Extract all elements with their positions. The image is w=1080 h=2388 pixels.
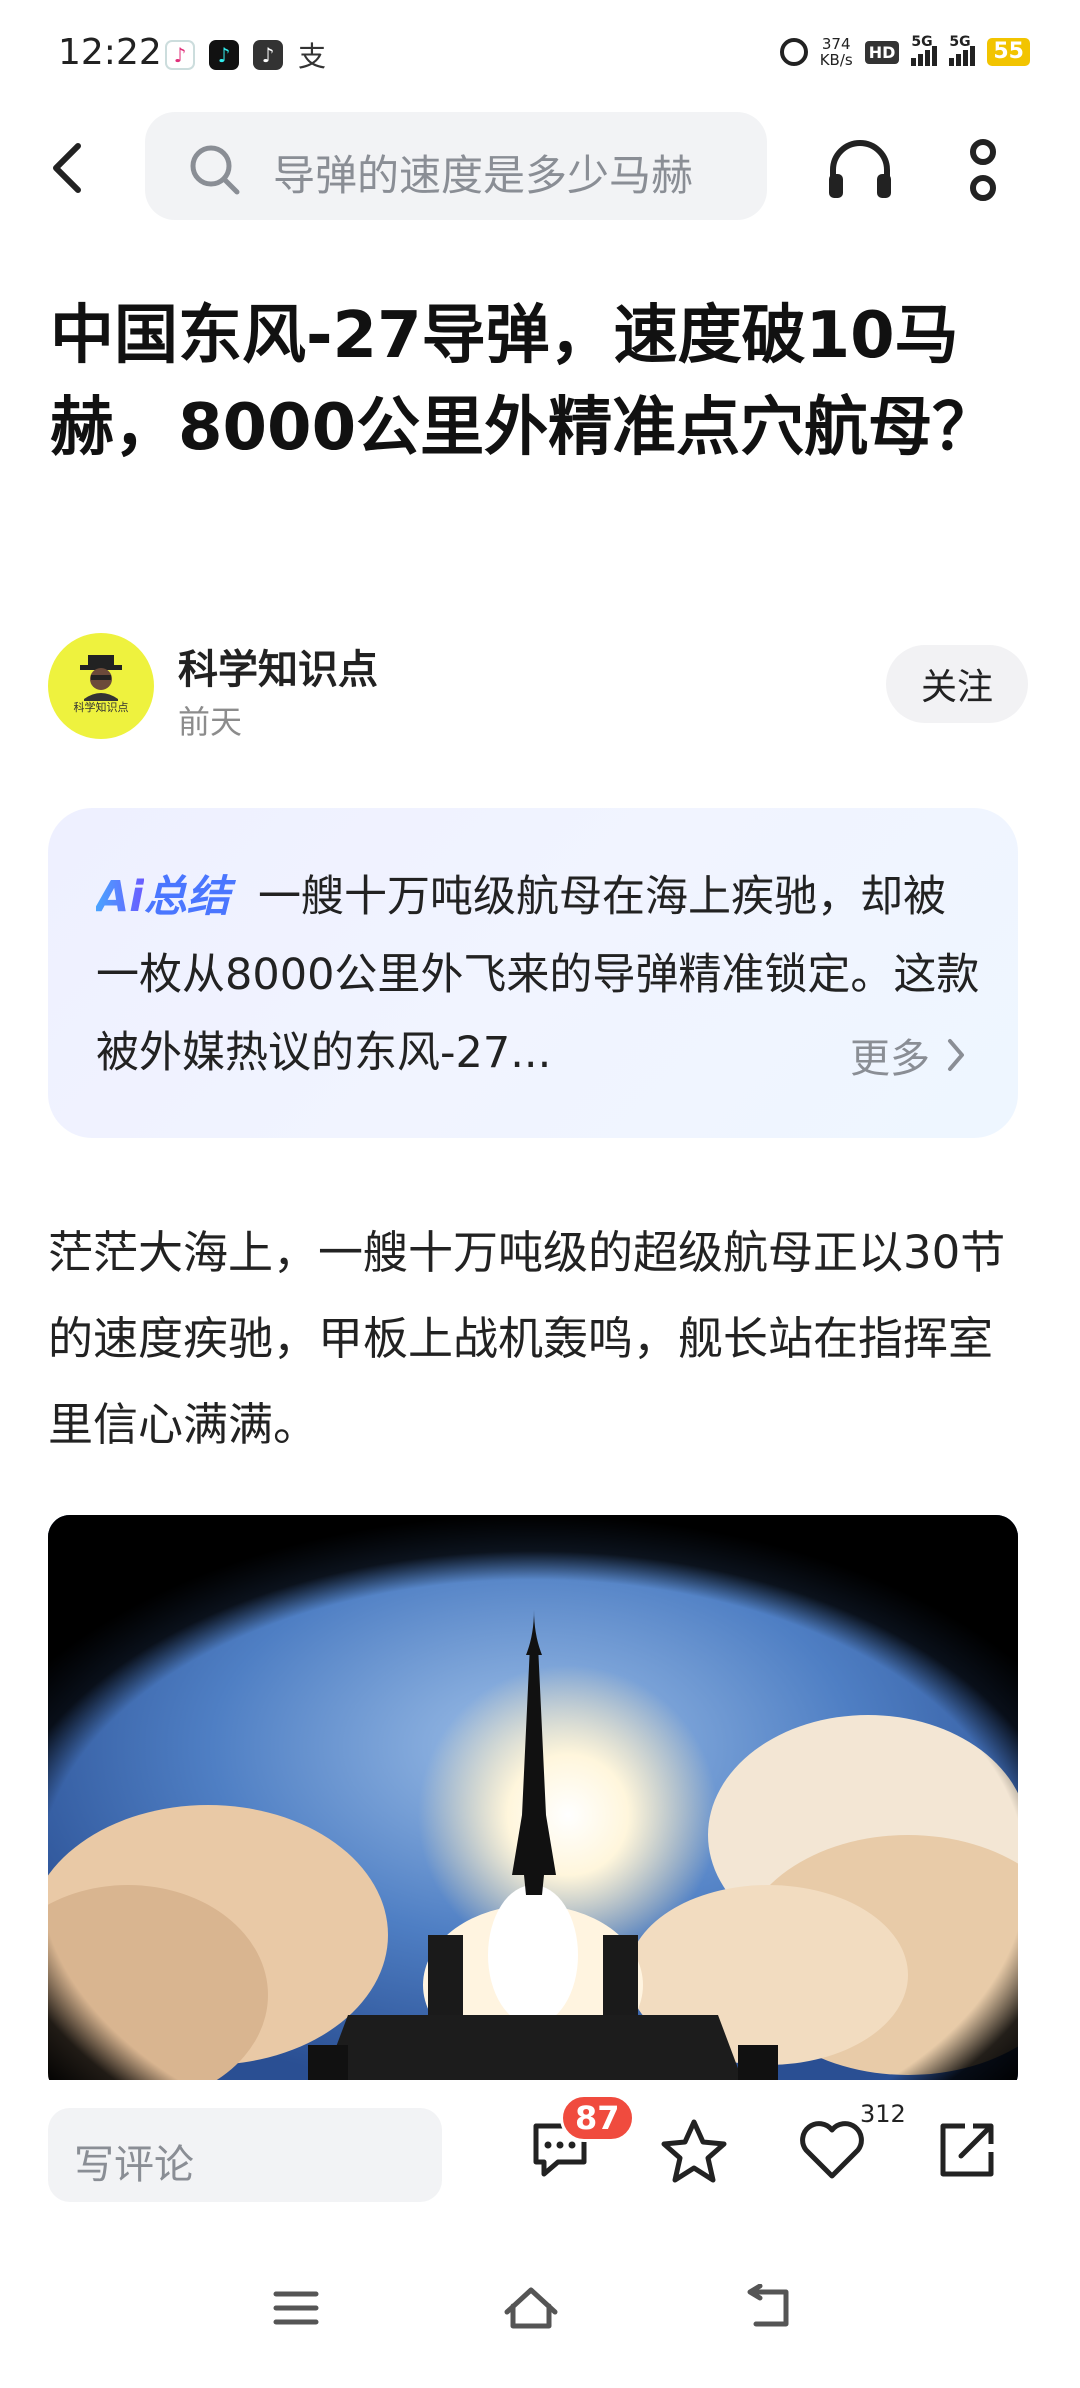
tiktok-dark-icon: ♪ [253,40,283,70]
share-button[interactable] [935,2118,999,2186]
avatar-caption: 科学知识点 [73,701,129,714]
notification-icons: ♪ ♪ ♪ 支 [165,40,327,73]
article-page: 12:22 ♪ ♪ ♪ 支 374 KB/s HD 5G 5G 55 导弹的速度… [0,0,1080,2388]
ai-summary-card[interactable]: Ai总结 一艘十万吨级航母在海上疾驰，却被一枚从8000公里外飞来的导弹精准锁定。… [48,808,1018,1138]
favorite-button[interactable] [660,2118,728,2188]
like-count: 312 [860,2100,906,2128]
tiktok-icon: ♪ [209,40,239,70]
comment-count-badge: 87 [560,2094,635,2142]
search-query: 导弹的速度是多少马赫 [273,151,694,200]
headphone-icon [829,140,891,198]
search-icon [190,145,240,195]
author-name[interactable]: 科学知识点 [178,637,378,695]
signal-2-label: 5G [949,34,971,50]
top-nav: 导弹的速度是多少马赫 [0,110,1080,230]
home-icon[interactable] [503,2284,559,2330]
article-paragraph: 茫茫大海上，一艘十万吨级的超级航母正以30节的速度疾驰，甲板上战机轰鸣，舰长站在… [48,1226,1006,1451]
more-vertical-icon [970,139,996,201]
missile-launch-image [48,1515,1018,2095]
system-navigation-bar [0,2230,1080,2388]
more-button[interactable] [965,136,1001,210]
avatar-figure-icon [80,655,122,701]
comment-input[interactable]: 写评论 [48,2108,442,2202]
signal-1-label: 5G [911,34,933,50]
ai-summary-badge: Ai总结 [96,872,230,922]
network-speed: 374 KB/s [820,36,853,68]
heart-icon [800,2121,864,2179]
tiktok-lite-icon: ♪ [165,40,195,70]
back-button[interactable] [38,138,98,198]
back-nav-icon[interactable] [742,2284,794,2332]
comment-placeholder: 写评论 [74,2142,194,2188]
avatar[interactable]: 科学知识点 [48,633,154,739]
signal-2-icon: 5G [949,34,976,66]
search-bar[interactable]: 导弹的速度是多少马赫 [145,112,767,220]
listen-button[interactable] [825,136,895,206]
status-time: 12:22 [58,32,162,73]
ai-more-button[interactable]: 更多 [850,1026,966,1084]
follow-button[interactable]: 关注 [886,645,1028,723]
article-image[interactable] [48,1515,1018,2095]
status-bar: 12:22 ♪ ♪ ♪ 支 374 KB/s HD 5G 5G 55 [0,0,1080,110]
alipay-icon: 支 [297,40,326,73]
article-title: 中国东风-27导弹，速度破10马赫，8000公里外精准点穴航母？ [50,299,997,465]
ai-badge-prefix: Ai [96,872,145,922]
ai-more-label: 更多 [850,1036,930,1082]
author-row: 科学知识点 科学知识点 前天 关注 [48,633,1028,743]
post-time: 前天 [178,703,243,741]
hd-voice-icon: HD [864,40,900,64]
chevron-right-icon [948,1039,964,1071]
battery-icon: 55 [987,38,1030,66]
like-button[interactable] [798,2118,866,2184]
alarm-icon [779,38,808,66]
status-right: 374 KB/s HD 5G 5G 55 [779,34,1030,68]
signal-1-icon: 5G [911,34,938,66]
bottom-action-bar: 写评论 87 312 [0,2080,1080,2230]
network-speed-unit: KB/s [819,51,853,69]
back-arrow-icon [53,143,81,193]
share-icon [940,2123,994,2177]
menu-icon[interactable] [272,2288,320,2328]
ai-badge-suffix: 总结 [144,872,231,922]
star-icon [661,2119,727,2183]
